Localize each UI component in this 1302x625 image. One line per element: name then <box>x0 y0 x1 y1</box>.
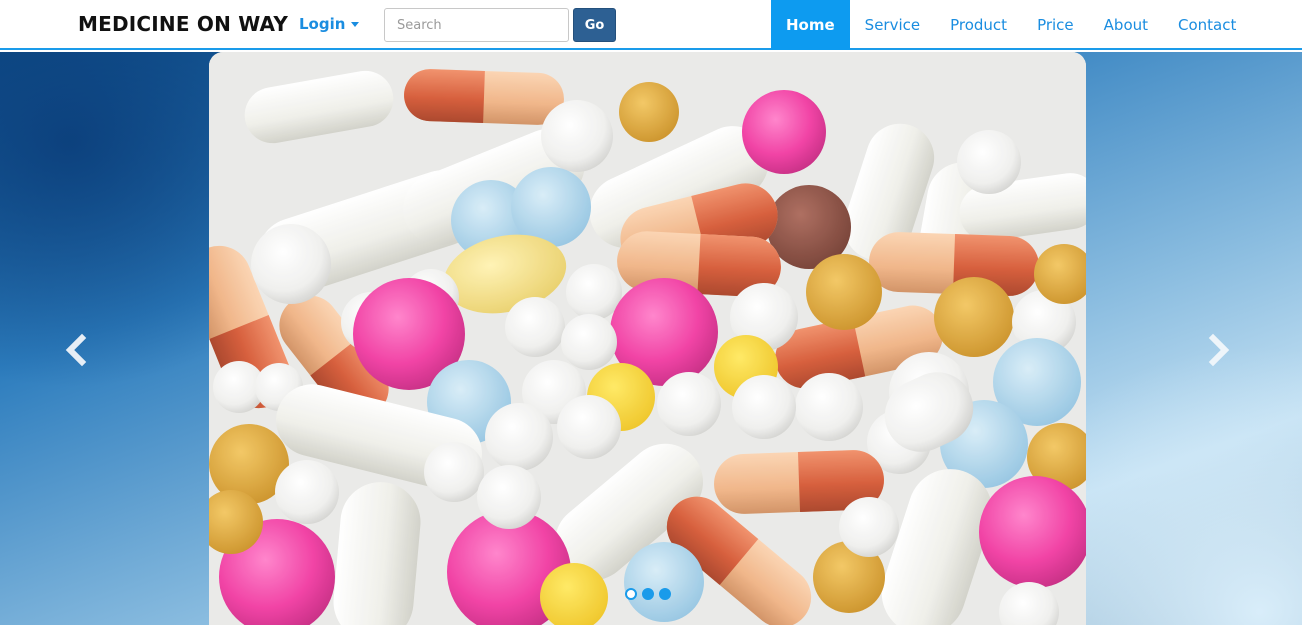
nav-item-price[interactable]: Price <box>1022 0 1089 50</box>
brand-logo[interactable]: MEDICINE ON WAY <box>78 12 288 36</box>
carousel-prev-button[interactable] <box>62 330 92 370</box>
pills-image <box>209 52 1086 625</box>
carousel-next-button[interactable] <box>1203 330 1233 370</box>
nav-item-service[interactable]: Service <box>850 0 935 50</box>
main-nav: Home Service Product Price About Contact <box>771 0 1251 50</box>
carousel-slide-image <box>209 52 1086 625</box>
carousel-indicator-1[interactable] <box>625 588 637 600</box>
carousel-indicator-3[interactable] <box>659 588 671 600</box>
login-dropdown[interactable]: Login <box>299 15 360 33</box>
carousel-indicator-2[interactable] <box>642 588 654 600</box>
login-label: Login <box>299 15 346 33</box>
caret-down-icon <box>351 22 360 27</box>
chevron-left-icon <box>65 333 87 367</box>
navbar: MEDICINE ON WAY Login Go Home Service Pr… <box>0 0 1302 50</box>
search-input[interactable] <box>384 8 569 42</box>
search-go-button[interactable]: Go <box>573 8 616 42</box>
chevron-right-icon <box>1208 333 1230 367</box>
nav-item-product[interactable]: Product <box>935 0 1022 50</box>
carousel-indicators <box>625 588 671 600</box>
nav-item-home[interactable]: Home <box>771 0 850 50</box>
nav-item-about[interactable]: About <box>1089 0 1163 50</box>
nav-item-contact[interactable]: Contact <box>1163 0 1251 50</box>
hero-carousel <box>0 52 1302 625</box>
